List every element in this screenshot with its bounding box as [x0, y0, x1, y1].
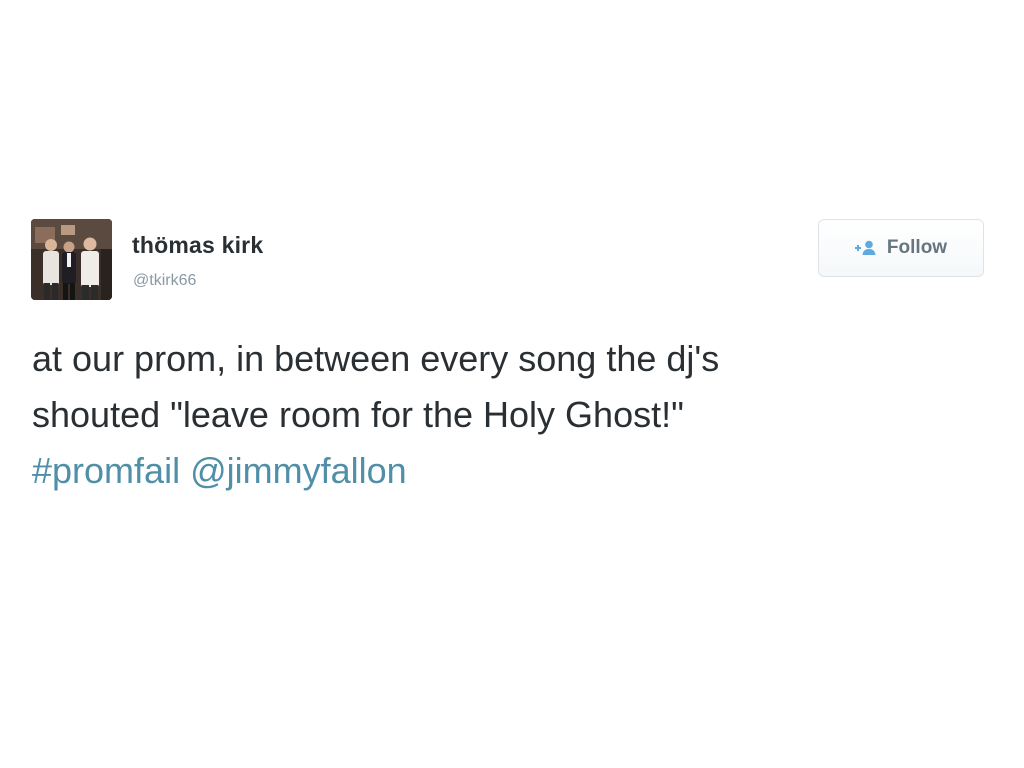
- follow-button[interactable]: Follow: [818, 219, 984, 277]
- user-handle[interactable]: @tkirk66: [133, 272, 196, 290]
- mention-link[interactable]: @jimmyfallon: [190, 450, 407, 491]
- avatar[interactable]: [31, 219, 112, 300]
- tweet-card: thömas kirk @tkirk66 Follow at our prom,…: [0, 0, 1024, 768]
- tweet-text-line-1: at our prom, in between every song the d…: [32, 338, 720, 379]
- display-name[interactable]: thömas kirk: [132, 232, 263, 259]
- tweet-text: at our prom, in between every song the d…: [32, 331, 992, 499]
- follow-label: Follow: [886, 237, 948, 258]
- tweet-text-line-2: shouted "leave room for the Holy Ghost!": [32, 394, 684, 435]
- tweet-text-line-3: #promfail @jimmyfallon: [32, 443, 992, 499]
- add-user-icon: [854, 240, 877, 256]
- avatar-photo: [31, 219, 112, 300]
- hashtag-link[interactable]: #promfail: [32, 450, 180, 491]
